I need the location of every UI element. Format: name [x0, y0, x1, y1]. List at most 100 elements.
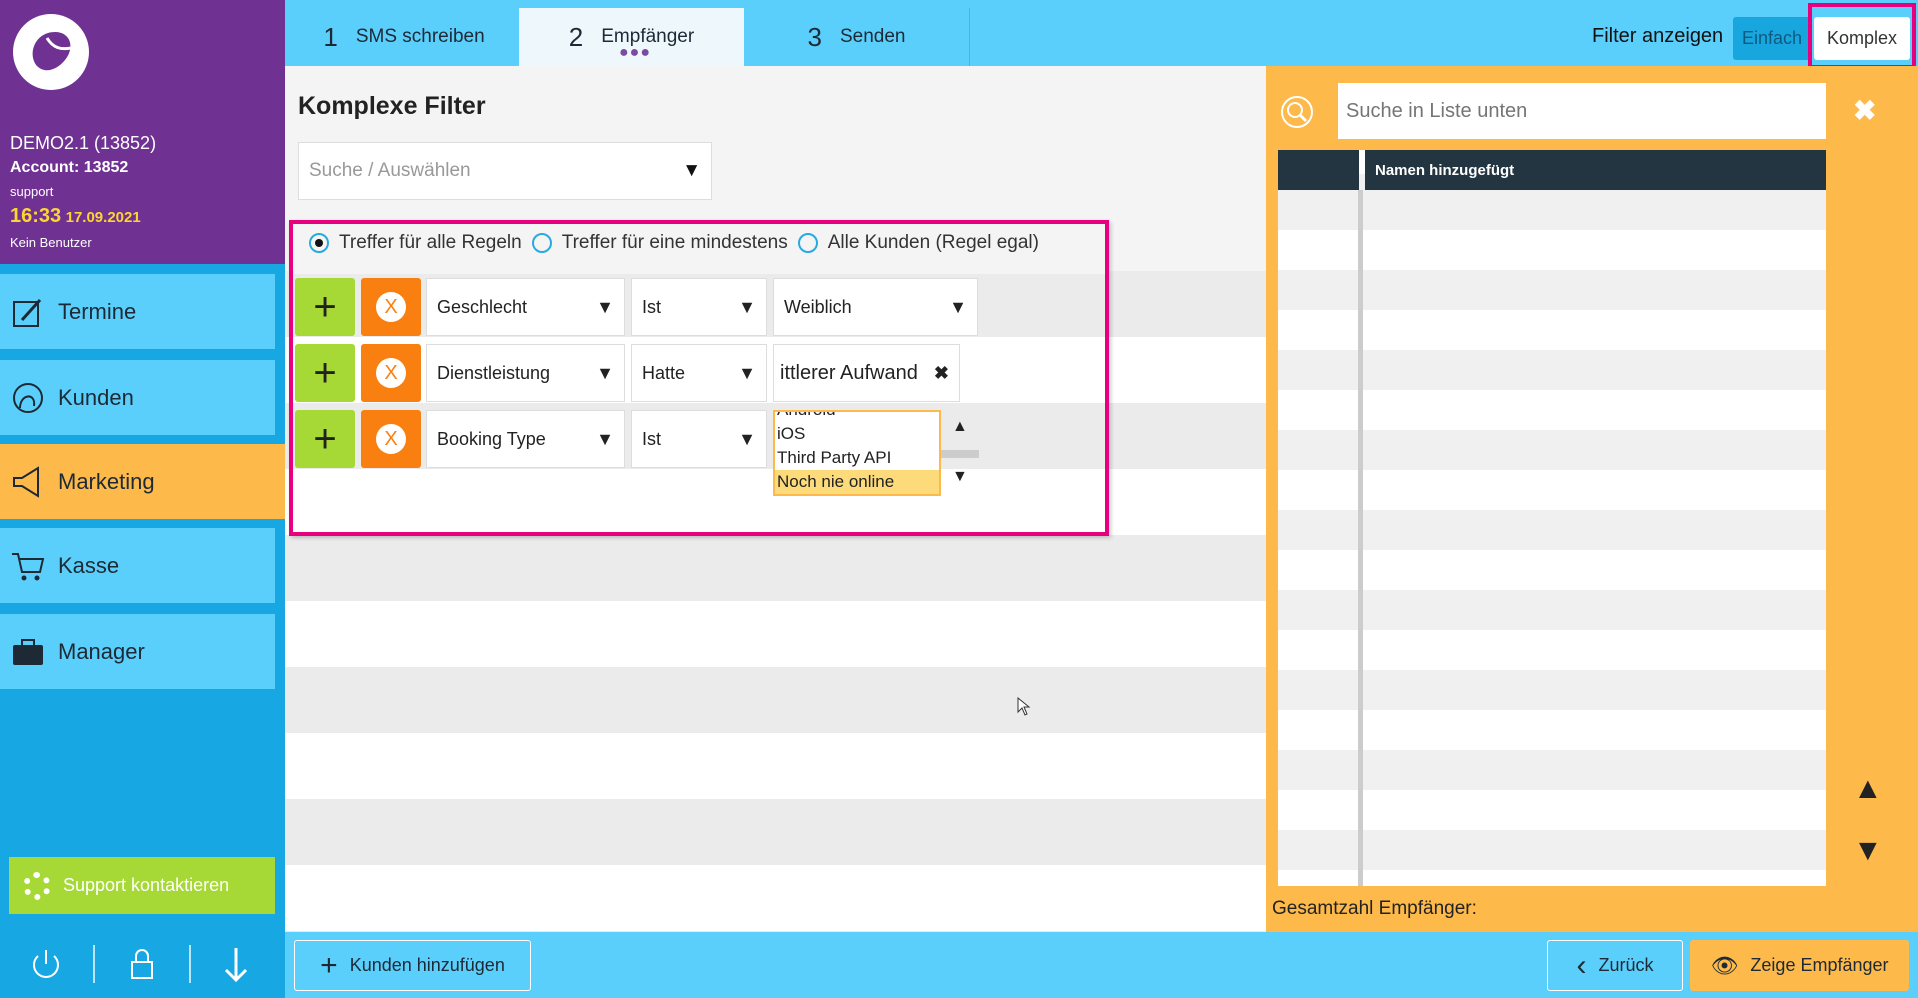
select-value: Hatte [642, 362, 686, 383]
remove-rule-button[interactable]: X [361, 410, 421, 468]
show-recipients-button[interactable]: 👁 Zeige Empfänger [1690, 940, 1909, 991]
tab-number: 3 [807, 21, 822, 52]
chevron-down-icon: ▼ [596, 362, 614, 383]
button-label: Zurück [1598, 955, 1654, 975]
radio-label: Treffer für eine mindestens [561, 232, 788, 253]
customer-icon [13, 382, 43, 413]
scroll-down-icon[interactable]: ▼ [952, 468, 968, 486]
clear-icon[interactable]: ✖ [934, 363, 949, 384]
mouse-cursor-icon [1017, 697, 1031, 716]
user-role: support [10, 184, 54, 199]
total-recipients-label: Gesamtzahl Empfänger: [1272, 898, 1477, 919]
simple-filter-button[interactable]: Einfach [1733, 17, 1811, 60]
sidebar-item-kunden[interactable]: Kunden [0, 360, 275, 435]
cart-icon [12, 552, 45, 580]
list-option-selected[interactable]: Noch nie online [775, 470, 939, 494]
active-dots-icon: ●●● [619, 44, 651, 61]
add-rule-button[interactable]: + [295, 410, 355, 468]
no-user-label: Kein Benutzer [10, 235, 92, 250]
divider [189, 945, 191, 983]
list-option[interactable]: Android [775, 412, 939, 422]
rule-field-select[interactable]: Booking Type ▼ [426, 410, 625, 468]
back-button[interactable]: ‹ Zurück [1547, 940, 1683, 991]
close-icon: X [376, 424, 406, 454]
rule-operator-select[interactable]: Ist ▼ [631, 278, 767, 336]
table-header-cell [1278, 150, 1359, 190]
rule-value-input[interactable]: ittlerer Aufwand ✖ [773, 344, 960, 402]
select-value: Ist [642, 428, 662, 449]
divider [93, 945, 95, 983]
filter-toggle-label: Filter anzeigen [1592, 25, 1724, 47]
rule-value-select[interactable]: Weiblich ▼ [773, 278, 978, 336]
chevron-down-icon: ▼ [596, 296, 614, 317]
select-value: Dienstleistung [437, 362, 551, 383]
sidebar-item-marketing[interactable]: Marketing [0, 444, 285, 519]
briefcase-icon [13, 638, 43, 665]
add-rule-button[interactable]: + [295, 278, 355, 336]
rule-operator-select[interactable]: Ist ▼ [631, 410, 767, 468]
tab-label: SMS schreiben [355, 26, 485, 47]
plus-icon: + [313, 350, 337, 395]
list-option[interactable]: Third Party API [775, 446, 939, 470]
chevron-left-icon: ‹ [1576, 948, 1587, 982]
tab-label: Senden [839, 26, 906, 47]
arrow-down-icon[interactable] [216, 944, 256, 984]
add-customers-button[interactable]: + Kunden hinzufügen [294, 940, 531, 991]
plus-icon: + [313, 284, 337, 329]
booking-type-listbox[interactable]: Android iOS Third Party API Noch nie onl… [773, 410, 941, 496]
sidebar-item-label: Manager [58, 638, 145, 664]
button-label: Zeige Empfänger [1750, 955, 1889, 975]
clear-search-icon[interactable]: ✖ [1853, 94, 1876, 127]
sidebar-item-kasse[interactable]: Kasse [0, 528, 275, 603]
sidebar-item-manager[interactable]: Manager [0, 614, 275, 689]
rules-footer [294, 484, 1105, 532]
lock-icon[interactable] [122, 944, 162, 984]
select-placeholder: Suche / Auswählen [309, 160, 471, 181]
page-title: Komplexe Filter [298, 92, 486, 120]
listbox-scrollbar[interactable] [941, 450, 979, 458]
chevron-down-icon: ▼ [738, 362, 756, 383]
scroll-down-icon[interactable]: ▼ [1853, 834, 1883, 868]
radio-label: Treffer für alle Regeln [339, 232, 522, 253]
rule-field-select[interactable]: Geschlecht ▼ [426, 278, 625, 336]
account-name: DEMO2.1 (13852) [10, 133, 157, 153]
tab-sms-schreiben[interactable]: 1 SMS schreiben [289, 8, 519, 66]
table-header-names: Namen hinzugefügt [1365, 150, 1826, 190]
radio-at-least-one[interactable] [531, 233, 552, 253]
add-rule-button[interactable]: + [295, 344, 355, 402]
scroll-up-icon[interactable]: ▲ [1853, 772, 1883, 806]
plus-icon: + [313, 416, 337, 461]
power-icon[interactable] [26, 944, 66, 984]
support-button[interactable]: Support kontaktieren [9, 857, 275, 914]
list-option[interactable]: iOS [775, 422, 939, 446]
lifebuoy-icon [23, 871, 51, 900]
rule-operator-select[interactable]: Hatte ▼ [631, 344, 767, 402]
clock-time: 16:33 [10, 205, 62, 227]
tab-senden[interactable]: 3 Senden [744, 8, 969, 66]
chevron-down-icon: ▼ [738, 428, 756, 449]
megaphone-icon [13, 465, 39, 498]
select-value: Booking Type [437, 428, 546, 449]
radio-all-customers[interactable] [797, 233, 818, 253]
sidebar-item-label: Kunden [58, 384, 134, 410]
eye-icon: 👁 [1710, 952, 1739, 978]
rule-field-select[interactable]: Dienstleistung ▼ [426, 344, 625, 402]
complex-filter-button[interactable]: Komplex [1814, 17, 1910, 60]
radio-all-rules[interactable] [309, 233, 329, 253]
calendar-edit-icon [13, 298, 42, 327]
close-icon: X [376, 358, 406, 388]
tab-empfaenger[interactable]: 2 Empfänger ●●● [519, 8, 744, 66]
remove-rule-button[interactable]: X [361, 344, 421, 402]
chevron-down-icon: ▼ [738, 296, 756, 317]
radio-label: Alle Kunden (Regel egal) [827, 232, 1039, 253]
filter-search-select[interactable]: Suche / Auswählen ▼ [298, 142, 712, 200]
chevron-down-icon: ▼ [596, 428, 614, 449]
divider [969, 8, 970, 66]
support-label: Support kontaktieren [63, 875, 230, 895]
select-value: Geschlecht [437, 296, 528, 317]
match-mode-radios: Treffer für alle Regeln Treffer für eine… [309, 232, 1039, 254]
sidebar-item-termine[interactable]: Termine [0, 274, 275, 349]
scroll-up-icon[interactable]: ▲ [952, 418, 968, 436]
list-search-input[interactable] [1338, 83, 1826, 139]
remove-rule-button[interactable]: X [361, 278, 421, 336]
